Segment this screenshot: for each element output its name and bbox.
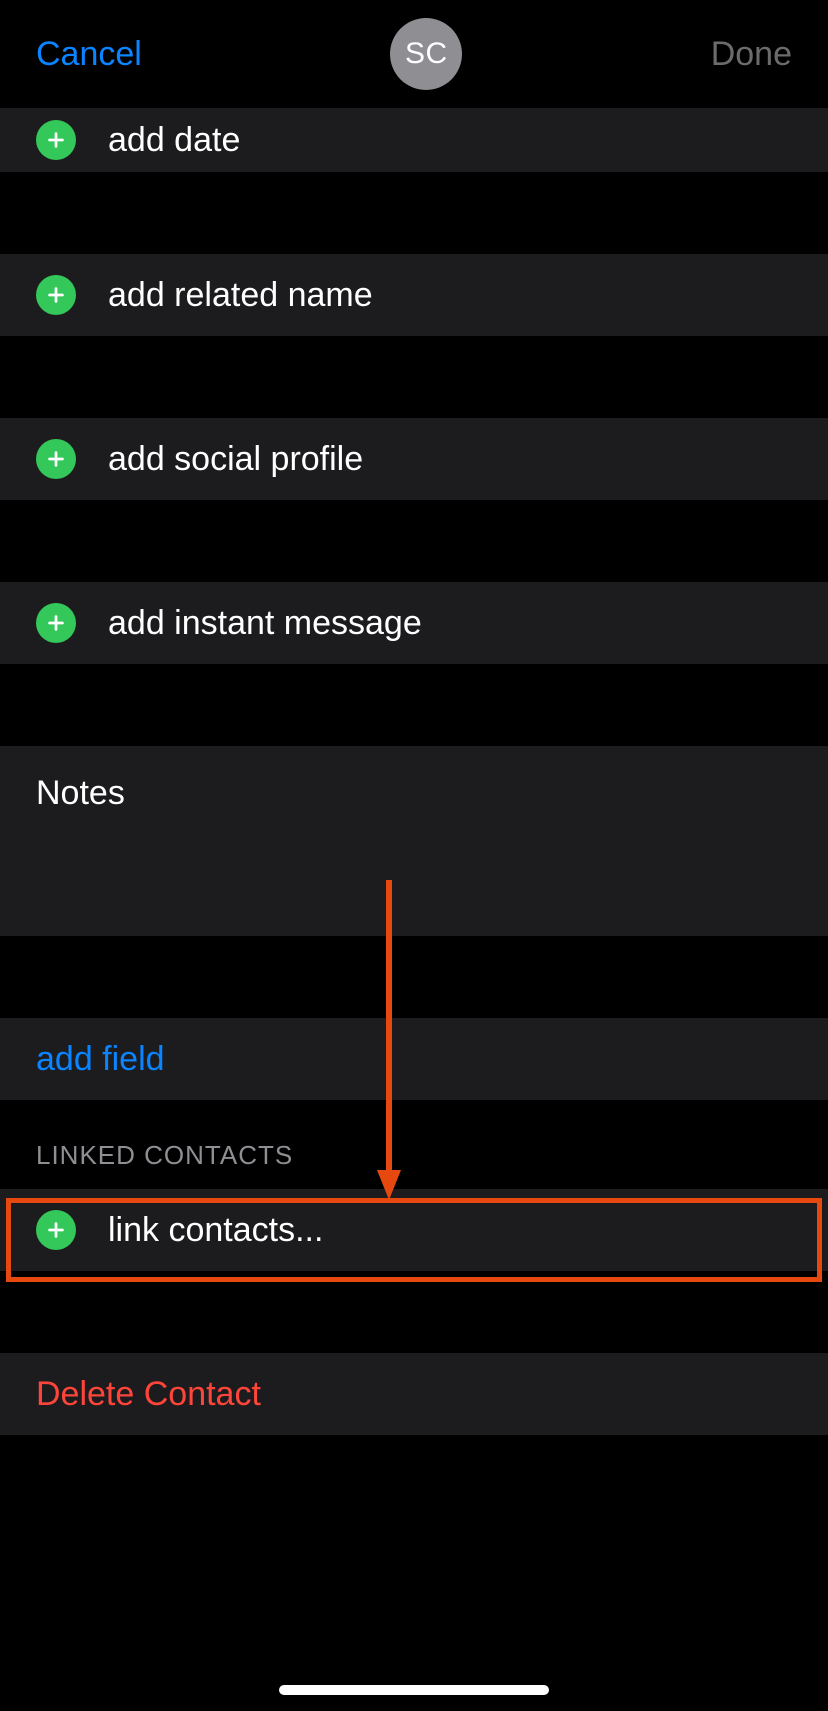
delete-contact-row[interactable]: Delete Contact (0, 1353, 828, 1435)
cancel-button[interactable]: Cancel (36, 35, 142, 74)
delete-contact-label: Delete Contact (36, 1375, 261, 1414)
section-gap (0, 500, 828, 582)
link-contacts-row[interactable]: link contacts... (0, 1189, 828, 1271)
add-field-label: add field (36, 1040, 165, 1079)
section-gap (0, 664, 828, 746)
plus-icon (36, 603, 76, 643)
plus-icon (36, 275, 76, 315)
add-field-row[interactable]: add field (0, 1018, 828, 1100)
avatar-initials: SC (405, 37, 448, 71)
add-date-label: add date (108, 121, 240, 160)
plus-icon (36, 439, 76, 479)
contact-avatar[interactable]: SC (390, 18, 462, 90)
add-social-profile-row[interactable]: add social profile (0, 418, 828, 500)
done-button[interactable]: Done (711, 35, 792, 74)
nav-bar: Cancel SC Done (0, 0, 828, 108)
add-social-profile-label: add social profile (108, 440, 363, 479)
notes-label: Notes (36, 774, 125, 812)
section-gap (0, 172, 828, 254)
plus-icon (36, 120, 76, 160)
plus-icon (36, 1210, 76, 1250)
notes-field[interactable]: Notes (0, 746, 828, 936)
add-instant-message-row[interactable]: add instant message (0, 582, 828, 664)
section-gap (0, 1271, 828, 1353)
linked-contacts-section-header: LINKED CONTACTS (0, 1100, 828, 1189)
section-gap (0, 936, 828, 1018)
section-gap (0, 336, 828, 418)
add-related-name-label: add related name (108, 276, 373, 315)
add-related-name-row[interactable]: add related name (0, 254, 828, 336)
home-indicator (279, 1685, 549, 1695)
link-contacts-label: link contacts... (108, 1211, 323, 1250)
add-instant-message-label: add instant message (108, 604, 422, 643)
add-date-row[interactable]: add date (0, 108, 828, 172)
